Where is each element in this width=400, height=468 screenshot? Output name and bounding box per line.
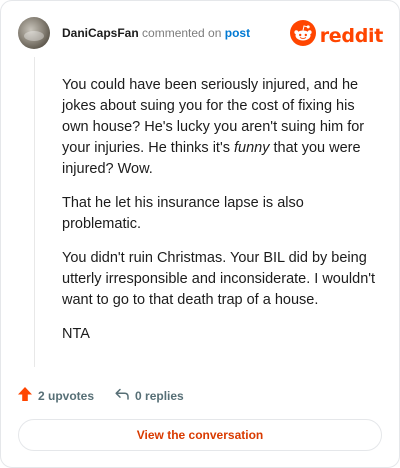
username-link[interactable]: DaniCapsFan bbox=[62, 26, 139, 40]
upvote-arrow-icon bbox=[17, 386, 33, 405]
post-link[interactable]: post bbox=[225, 26, 250, 40]
emphasis-text: funny bbox=[234, 140, 270, 156]
view-conversation-button[interactable]: View the conversation bbox=[18, 419, 382, 451]
comment-embed-card: DaniCapsFan commented on post reddit You… bbox=[0, 0, 400, 468]
user-avatar[interactable] bbox=[18, 17, 50, 49]
comment-paragraph: That he let his insurance lapse is also … bbox=[62, 195, 304, 232]
reply-count: 0 replies bbox=[135, 388, 184, 403]
upvote-count: 2 upvotes bbox=[38, 388, 95, 403]
reply-arrow-icon bbox=[114, 386, 130, 405]
comment-paragraph: You could have been seriously injured, a… bbox=[62, 77, 365, 177]
replies-button[interactable]: 0 replies bbox=[114, 386, 184, 405]
comment-header: DaniCapsFan commented on post bbox=[62, 25, 250, 41]
comment-actions: 2 upvotes 0 replies bbox=[17, 386, 184, 405]
reddit-wordmark: reddit bbox=[319, 24, 384, 47]
comment-paragraph: You didn't ruin Christmas. Your BIL did … bbox=[62, 250, 376, 308]
comment-paragraph: NTA bbox=[62, 326, 90, 342]
reddit-logo[interactable]: reddit bbox=[289, 20, 384, 51]
comment-action-text: commented on bbox=[142, 26, 222, 40]
comment-body: You could have been seriously injured, a… bbox=[62, 75, 382, 358]
upvote-button[interactable]: 2 upvotes bbox=[17, 386, 94, 405]
thread-line bbox=[34, 57, 35, 367]
reddit-snoo-icon bbox=[289, 20, 316, 51]
